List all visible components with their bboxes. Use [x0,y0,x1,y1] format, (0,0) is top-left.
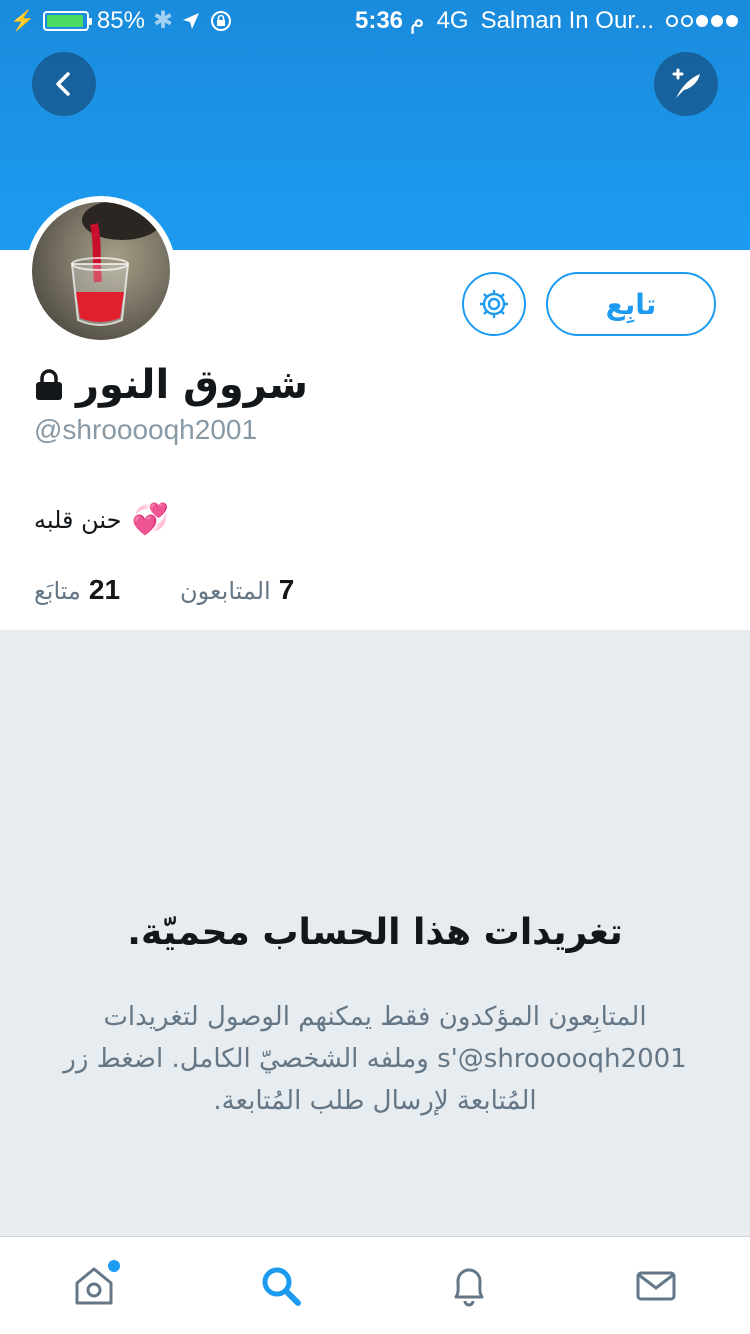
tab-home[interactable] [54,1246,134,1326]
display-name: شروق النور [76,362,308,408]
gear-icon [480,290,508,318]
search-icon [262,1267,302,1306]
mail-icon [636,1271,676,1300]
tab-search[interactable] [241,1246,321,1326]
battery-percent: 85% [96,6,145,34]
network-type: 4G [436,6,469,34]
avatar[interactable] [26,196,176,346]
following-count: 21 [88,574,121,605]
avatar-image [32,202,170,340]
chevron-left-icon [56,72,70,96]
followers-stat[interactable]: المتابعون 7 [180,574,294,606]
following-label: متابَع [34,577,81,605]
profile-bio: حنن قلبه 💞 [34,502,169,537]
status-bar: ⚡ 85% ✱ م 5:36 4G Salman In Our... [0,0,750,40]
follow-button[interactable]: تابِع [546,272,716,336]
status-left: ⚡ 85% ✱ [10,6,233,35]
location-icon [183,12,200,29]
charging-icon: ⚡ [10,10,35,32]
status-time: م 5:36 [354,7,425,34]
back-button[interactable] [32,52,96,116]
bluetooth-icon: ✱ [152,7,174,34]
profile-settings-button[interactable] [462,272,526,336]
protected-body: المتابِعون المؤكدون فقط يمكنهم الوصول لت… [63,1002,687,1116]
profile-stats: متابَع 21 المتابعون 7 [34,574,294,606]
lock-icon [36,369,62,400]
carrier-name: Salman In Our... [480,6,654,34]
profile-name-row: شروق النور [34,362,308,408]
rotation-lock-icon [211,10,232,31]
tab-messages[interactable] [616,1246,696,1326]
followers-label: المتابعون [180,577,271,605]
protected-title: تغريدات هذا الحساب محميّة. [127,912,623,953]
compose-feather-icon [672,68,700,98]
profile-handle: @shrooooqh2001 [34,414,258,445]
tab-notifications[interactable] [429,1246,509,1326]
protected-tweets-notice: تغريدات هذا الحساب محميّة. المتابِعون ال… [0,630,750,1236]
compose-tweet-button[interactable] [654,52,718,116]
following-stat[interactable]: متابَع 21 [34,574,120,606]
bell-icon [454,1268,484,1306]
followers-count: 7 [278,574,295,605]
bottom-tab-bar [0,1236,750,1334]
notification-dot [107,1259,120,1272]
battery-icon [42,10,92,31]
bio-text: حنن قلبه [34,505,122,534]
status-right: م 5:36 4G Salman In Our... [355,6,738,35]
signal-strength-icon [666,14,738,27]
two-hearts-icon: 💞 [131,502,169,537]
